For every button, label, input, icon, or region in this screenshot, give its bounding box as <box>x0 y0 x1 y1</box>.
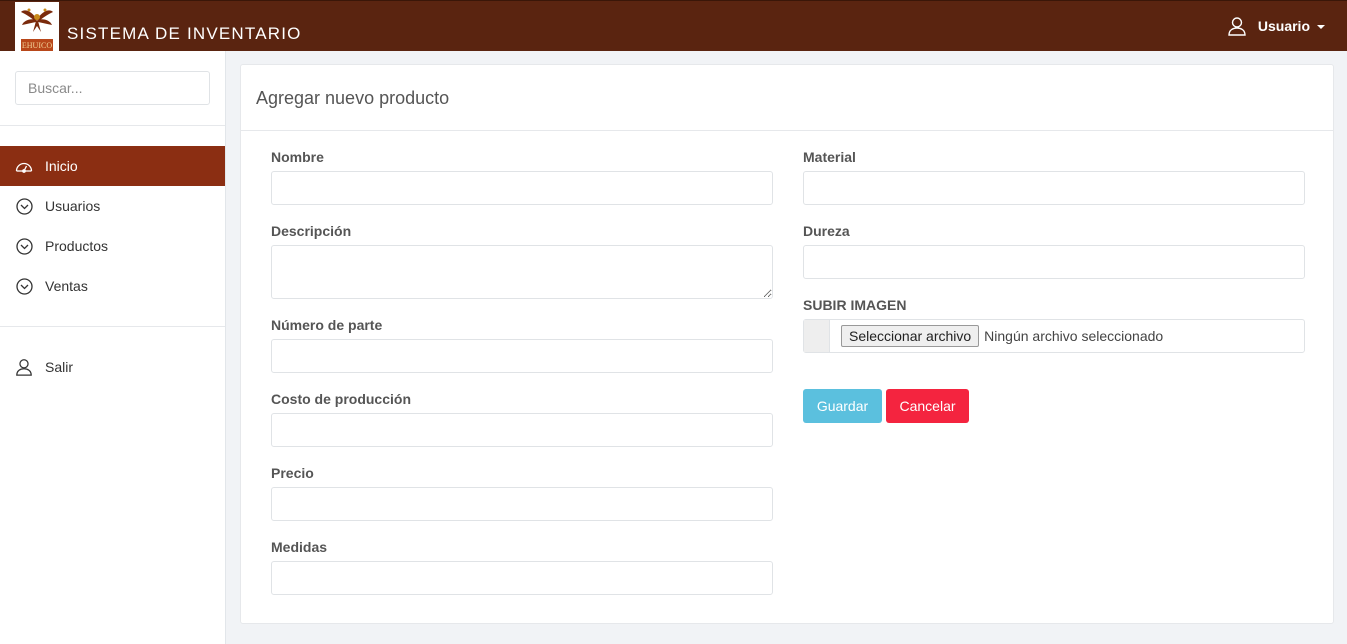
sidebar-item-inicio[interactable]: Inicio <box>0 146 225 186</box>
nombre-input[interactable] <box>271 171 773 205</box>
caret-down-icon <box>1317 24 1325 29</box>
descripcion-textarea[interactable] <box>271 245 773 299</box>
dureza-input[interactable] <box>803 245 1305 279</box>
user-icon <box>1227 16 1247 36</box>
material-label: Material <box>803 149 856 165</box>
user-icon <box>15 358 33 376</box>
precio-input[interactable] <box>271 487 773 521</box>
numero-parte-input[interactable] <box>271 339 773 373</box>
logo-wordmark: EHUICO <box>22 41 52 50</box>
precio-label: Precio <box>271 465 314 481</box>
user-menu-label: Usuario <box>1257 18 1310 34</box>
image-file-input[interactable]: Seleccionar archivo Ningún archivo selec… <box>803 319 1305 353</box>
sidebar-item-label: Usuarios <box>45 198 101 214</box>
descripcion-label: Descripción <box>271 223 352 239</box>
sidebar-item-label: Productos <box>45 238 109 254</box>
search-input[interactable] <box>15 71 210 105</box>
cancel-button[interactable]: Cancelar <box>886 389 969 423</box>
sidebar-item-usuarios[interactable]: Usuarios <box>0 186 225 226</box>
panel-header: Agregar nuevo producto <box>241 65 1333 131</box>
sidebar-item-label: Ventas <box>45 278 88 294</box>
dureza-label: Dureza <box>803 223 850 239</box>
sidebar-item-label: Salir <box>45 359 74 375</box>
page-title: Agregar nuevo producto <box>256 87 450 108</box>
add-product-panel: Agregar nuevo producto Nombre Descripció… <box>240 64 1334 624</box>
dashboard-icon <box>15 157 33 175</box>
brand-logo[interactable]: EHUICO <box>15 2 59 52</box>
costo-label: Costo de producción <box>271 391 411 407</box>
sidebar-item-label: Inicio <box>45 158 78 174</box>
file-status-text: Ningún archivo seleccionado <box>984 328 1164 344</box>
choose-file-button[interactable]: Seleccionar archivo <box>841 325 980 347</box>
user-menu-dropdown[interactable]: Usuario <box>1227 16 1325 36</box>
save-button[interactable]: Guardar <box>803 389 882 423</box>
chevron-circle-icon <box>15 237 33 255</box>
sidebar: Inicio Usuarios Productos Ventas <box>0 51 226 644</box>
numero-parte-label: Número de parte <box>271 317 383 333</box>
sidebar-item-ventas[interactable]: Ventas <box>0 266 225 306</box>
upload-image-label: SUBIR IMAGEN <box>803 297 907 313</box>
sidebar-item-salir[interactable]: Salir <box>0 347 225 387</box>
sidebar-divider <box>0 326 225 327</box>
sidebar-item-productos[interactable]: Productos <box>0 226 225 266</box>
top-navbar: EHUICO SISTEMA DE INVENTARIO Usuario <box>0 0 1347 52</box>
costo-input[interactable] <box>271 413 773 447</box>
medidas-label: Medidas <box>271 539 328 555</box>
app-title: SISTEMA DE INVENTARIO <box>67 24 302 43</box>
chevron-circle-icon <box>15 277 33 295</box>
file-input-addon <box>804 320 830 352</box>
nombre-label: Nombre <box>271 149 324 165</box>
chevron-circle-icon <box>15 197 33 215</box>
sidebar-divider <box>0 125 225 126</box>
material-input[interactable] <box>803 171 1305 205</box>
medidas-input[interactable] <box>271 561 773 595</box>
